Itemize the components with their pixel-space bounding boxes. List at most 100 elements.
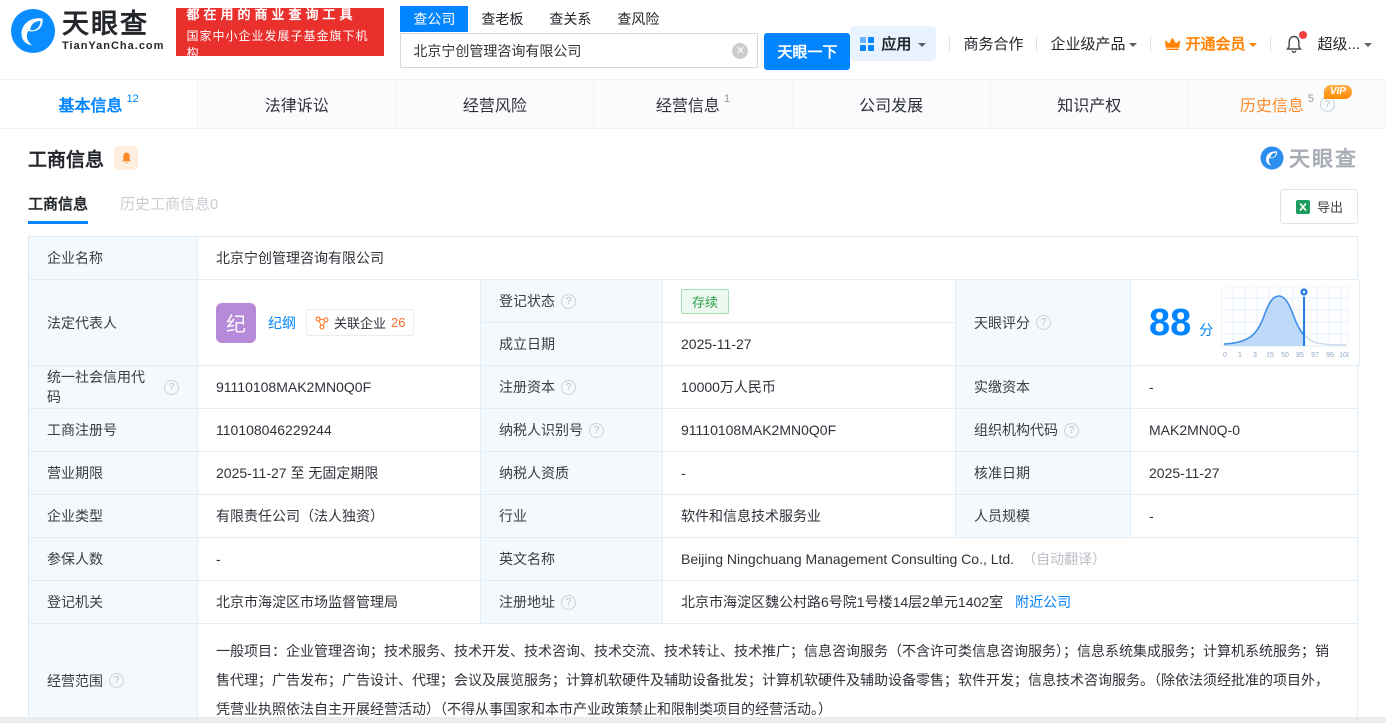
subtab-history-business-info[interactable]: 历史工商信息0 bbox=[120, 193, 218, 224]
table-row: 法定代表人 纪 纪纲 关联企业 26 登记状态? 存续 天眼评分 ? 88 分 … bbox=[29, 280, 1361, 366]
slogan-line1: 都在用的商业查询工具 bbox=[186, 6, 357, 22]
approval-date-value: 2025-11-27 bbox=[1131, 452, 1358, 495]
bell-icon bbox=[121, 152, 131, 164]
company-tab-bar: 基本信息 12 法律诉讼 经营风险 经营信息 1 公司发展 知识产权 VIP 历史信… bbox=[0, 79, 1386, 129]
help-icon[interactable]: ? bbox=[589, 422, 604, 438]
table-row: 企业名称 北京宁创管理咨询有限公司 bbox=[29, 237, 1358, 280]
legal-rep-link[interactable]: 纪纲 bbox=[268, 313, 296, 333]
field-label: 营业期限 bbox=[29, 452, 198, 495]
svg-text:15: 15 bbox=[1266, 352, 1274, 359]
field-label: 核准日期 bbox=[956, 452, 1131, 495]
english-name-value: Beijing Ningchuang Management Consulting… bbox=[663, 538, 1358, 581]
search-button[interactable]: 天眼一下 bbox=[764, 33, 851, 70]
search-input[interactable] bbox=[400, 33, 759, 68]
field-label: 工商注册号 bbox=[29, 409, 198, 452]
slogan-banner: 都在用的商业查询工具 国家中小企业发展子基金旗下机构 bbox=[176, 7, 385, 60]
chevron-down-icon bbox=[1249, 43, 1258, 51]
search-tabs: 查公司 查老板 查关系 查风险 bbox=[400, 6, 850, 32]
notification-bell[interactable] bbox=[1284, 30, 1308, 55]
chevron-down-icon bbox=[918, 43, 927, 51]
reg-address-value: 北京市海淀区魏公村路6号院1号楼14层2单元1402室 附近公司 bbox=[663, 581, 1358, 624]
tianyancha-logo[interactable]: 天眼查 TianYanCha.com bbox=[10, 8, 164, 54]
tab-operating-risk[interactable]: 经营风险 bbox=[396, 80, 595, 128]
network-icon bbox=[315, 316, 329, 329]
field-label: 纳税人资质 bbox=[481, 452, 663, 495]
help-icon[interactable]: ? bbox=[109, 673, 124, 688]
tianyancha-company-page: 天眼查 TianYanCha.com 都在用的商业查询工具 国家中小企业发展子基… bbox=[0, 0, 1386, 723]
top-header: 天眼查 TianYanCha.com 都在用的商业查询工具 国家中小企业发展子基… bbox=[0, 0, 1386, 70]
excel-icon bbox=[1295, 199, 1310, 214]
field-label: 行业 bbox=[481, 495, 663, 538]
help-icon[interactable]: ? bbox=[561, 594, 576, 610]
apps-label: 应用 bbox=[881, 36, 912, 53]
tab-basic-info[interactable]: 基本信息 12 bbox=[0, 80, 199, 128]
open-vip-menu[interactable]: 开通会员 bbox=[1164, 33, 1258, 54]
export-button[interactable]: 导出 bbox=[1279, 189, 1358, 224]
monitor-bell-button[interactable] bbox=[114, 146, 139, 170]
tianyancha-logo-icon bbox=[10, 8, 56, 54]
svg-text:50: 50 bbox=[1281, 352, 1289, 359]
score-value: 88 bbox=[1149, 301, 1192, 344]
search-area: 查公司 查老板 查关系 查风险 ✕ 天眼一下 bbox=[400, 6, 851, 70]
auto-translate-note: （自动翻译） bbox=[1022, 551, 1107, 567]
tab-history-info[interactable]: VIP 历史信息 5 ? bbox=[1189, 80, 1386, 128]
enterprise-product-menu[interactable]: 企业级产品 bbox=[1050, 33, 1138, 54]
biz-cooperation-link[interactable]: 商务合作 bbox=[963, 33, 1023, 54]
apps-menu[interactable]: 应用 bbox=[850, 26, 937, 61]
chevron-down-icon bbox=[1129, 43, 1138, 51]
svg-text:100: 100 bbox=[1339, 352, 1349, 359]
tab-company-development[interactable]: 公司发展 bbox=[793, 80, 991, 128]
watermark-logo: 天眼查 bbox=[1260, 143, 1358, 173]
tab-operating-info[interactable]: 经营信息 1 bbox=[594, 80, 793, 128]
related-companies-badge[interactable]: 关联企业 26 bbox=[306, 309, 415, 336]
field-label: 组织机构代码? bbox=[956, 409, 1131, 452]
search-tab-boss[interactable]: 查老板 bbox=[468, 6, 536, 32]
user-menu[interactable]: 超级... bbox=[1317, 33, 1372, 54]
industry-value: 软件和信息技术服务业 bbox=[663, 495, 956, 538]
help-icon[interactable]: ? bbox=[164, 379, 179, 395]
divider bbox=[949, 35, 951, 52]
page-bottom-strip bbox=[0, 717, 1386, 723]
subtab-business-info[interactable]: 工商信息 bbox=[28, 193, 89, 224]
field-label: 登记机关 bbox=[29, 581, 198, 624]
insured-count-value: - bbox=[198, 538, 481, 581]
company-type-value: 有限责任公司（法人独资） bbox=[198, 495, 481, 538]
vip-badge: VIP bbox=[1323, 85, 1352, 99]
logo-domain: TianYanCha.com bbox=[62, 39, 165, 52]
table-row: 营业期限 2025-11-27 至 无固定期限 纳税人资质 - 核准日期 202… bbox=[29, 452, 1358, 495]
reg-capital-value: 10000万人民币 bbox=[663, 366, 956, 409]
search-tab-risk[interactable]: 查风险 bbox=[604, 6, 672, 32]
nearby-companies-link[interactable]: 附近公司 bbox=[1015, 592, 1071, 612]
tianyancha-logo-icon bbox=[1260, 146, 1284, 170]
svg-text:3: 3 bbox=[1253, 352, 1257, 359]
search-box: ✕ bbox=[400, 33, 759, 70]
crown-icon bbox=[1165, 37, 1181, 50]
watermark-text: 天眼查 bbox=[1289, 148, 1358, 171]
help-icon[interactable]: ? bbox=[561, 379, 576, 395]
avatar[interactable]: 纪 bbox=[216, 302, 256, 343]
paid-capital-value: - bbox=[1131, 366, 1358, 409]
field-label: 成立日期 bbox=[481, 323, 663, 366]
search-row: ✕ 天眼一下 bbox=[400, 33, 851, 70]
table-row: 参保人数 - 英文名称 Beijing Ningchuang Managemen… bbox=[29, 538, 1358, 581]
tab-legal-proceedings[interactable]: 法律诉讼 bbox=[198, 80, 397, 128]
svg-text:0: 0 bbox=[1223, 352, 1227, 359]
field-label: 企业名称 bbox=[29, 237, 198, 280]
chevron-down-icon bbox=[1364, 43, 1372, 51]
search-tab-company[interactable]: 查公司 bbox=[400, 6, 469, 32]
help-icon[interactable]: ? bbox=[561, 293, 576, 309]
field-label: 经营范围? bbox=[29, 624, 198, 723]
tab-intellectual-property[interactable]: 知识产权 bbox=[991, 80, 1189, 128]
svg-text:85: 85 bbox=[1296, 352, 1304, 359]
table-row: 登记机关 北京市海淀区市场监督管理局 注册地址? 北京市海淀区魏公村路6号院1号… bbox=[29, 581, 1358, 624]
search-tab-relation[interactable]: 查关系 bbox=[536, 6, 604, 32]
company-name-value: 北京宁创管理咨询有限公司 bbox=[198, 237, 1358, 280]
help-icon[interactable]: ? bbox=[1064, 422, 1079, 438]
help-icon[interactable]: ? bbox=[1036, 315, 1051, 330]
reg-authority-value: 北京市海淀区市场监督管理局 bbox=[198, 581, 481, 624]
taxpayer-id-value: 91110108MAK2MN0Q0F bbox=[663, 409, 956, 452]
divider bbox=[1270, 35, 1272, 52]
score-distribution-chart: 0 1 3 15 50 85 97 99 100 bbox=[1221, 285, 1350, 359]
business-scope-value: 一般项目：企业管理咨询；技术服务、技术开发、技术咨询、技术交流、技术转让、技术推… bbox=[198, 624, 1358, 723]
table-row: 工商注册号 110108046229244 纳税人识别号? 91110108MA… bbox=[29, 409, 1358, 452]
